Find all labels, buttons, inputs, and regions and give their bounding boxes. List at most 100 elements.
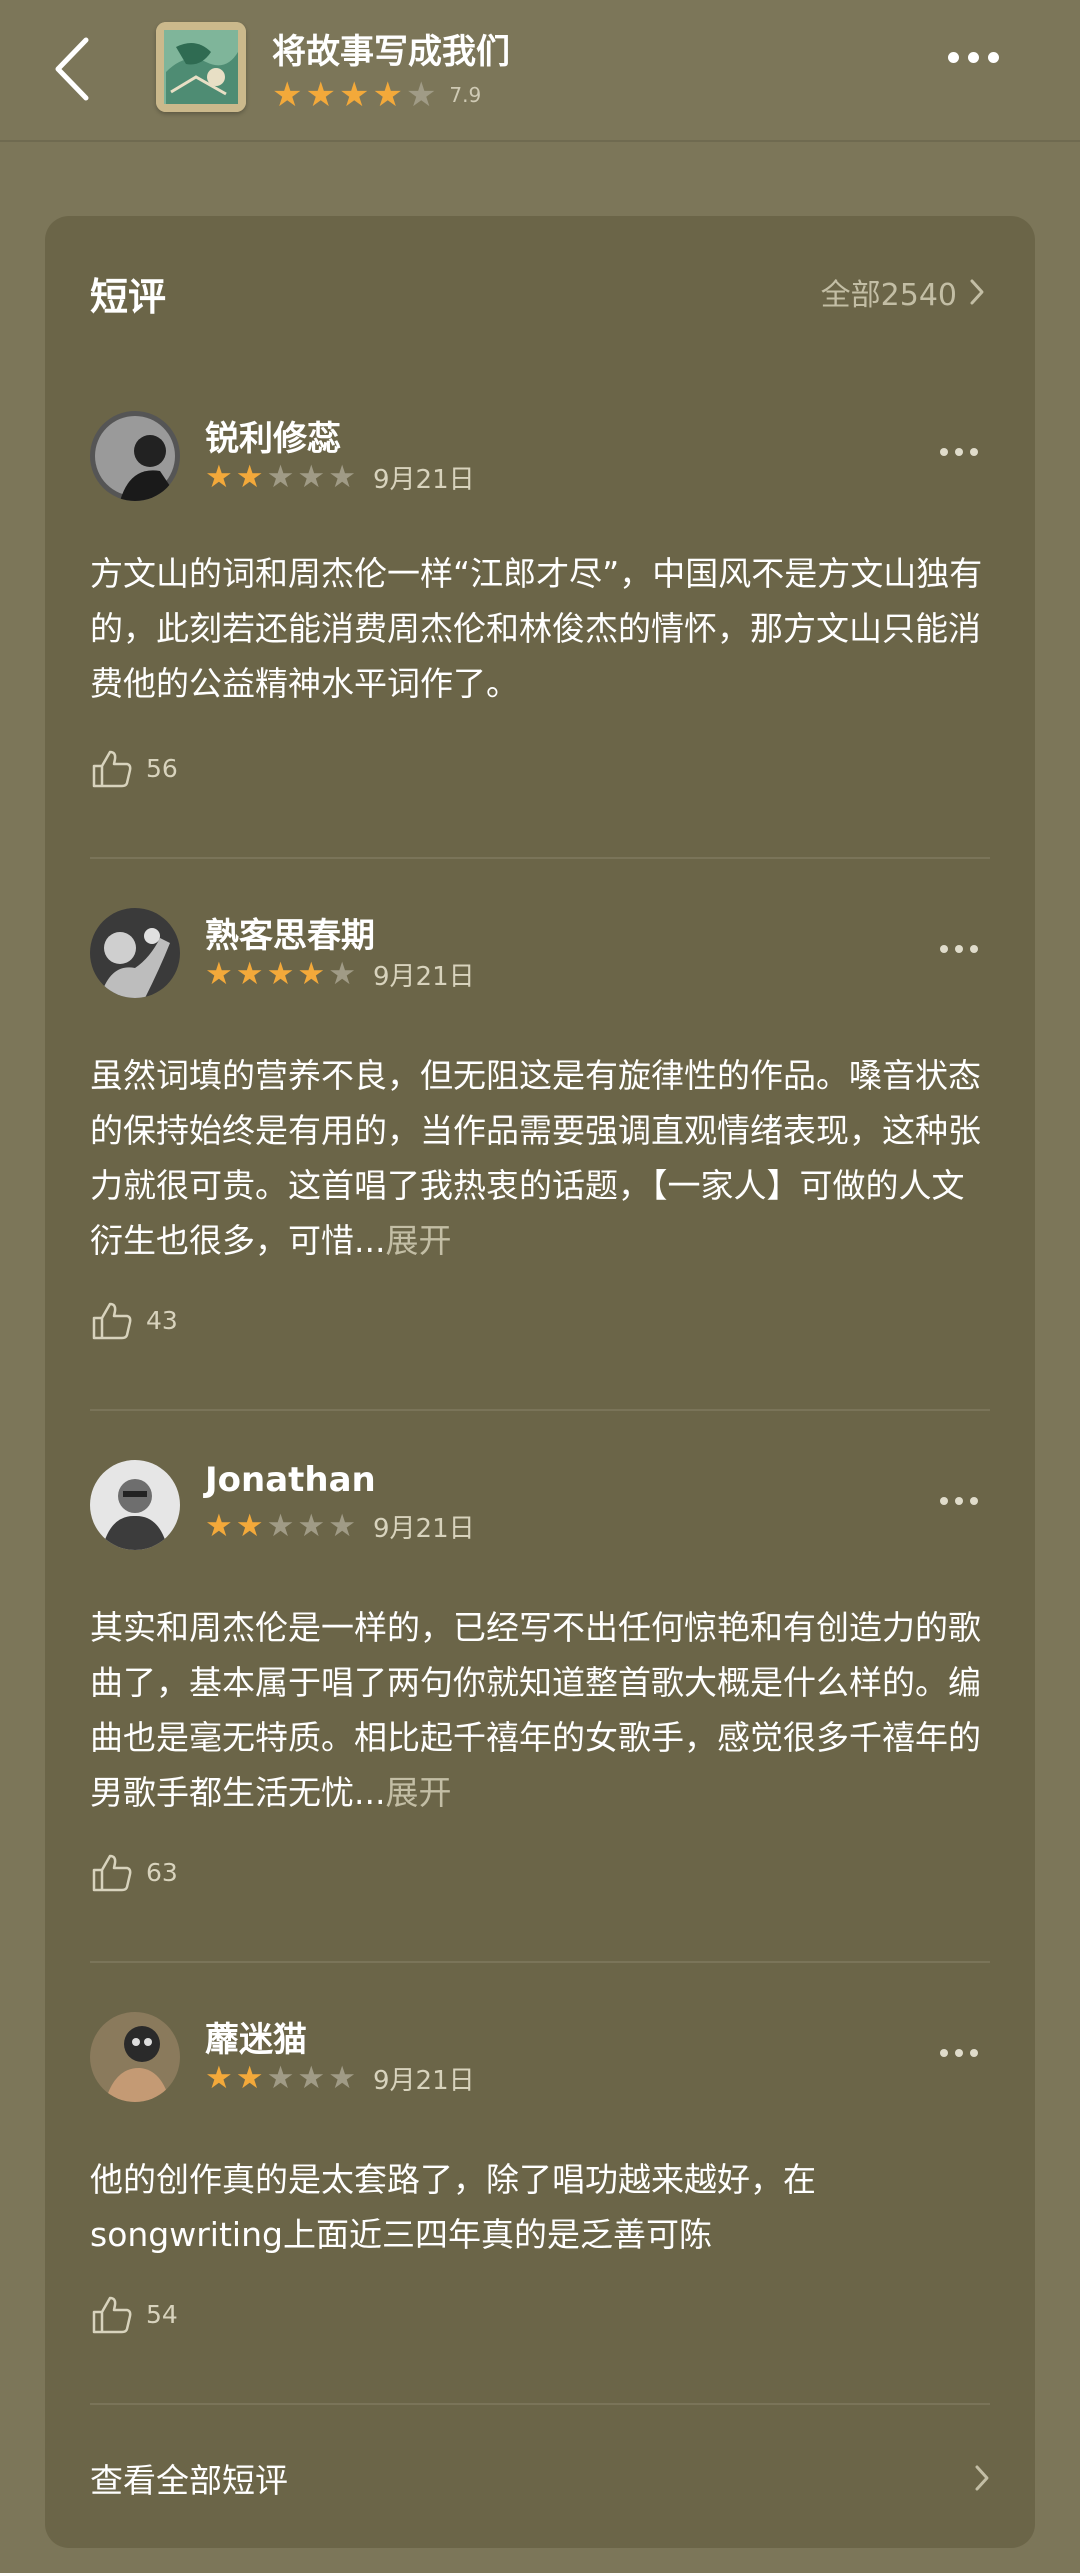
dot-icon [955,448,963,456]
view-all-reviews-link[interactable]: 查看全部短评 [90,2443,990,2513]
star-empty-icon: ★ [405,75,437,115]
divider [90,1409,990,1411]
star-empty-icon: ★ [297,1508,326,1544]
star-filled-icon: ★ [205,459,233,495]
user-avatar-image [90,2012,180,2102]
chevron-right-icon [970,279,984,305]
review-rating: ★★★★★ 9月21日 [205,459,475,496]
expand-link[interactable]: 展开 [385,1221,451,1260]
dot-icon [968,52,979,63]
dot-icon [940,1497,948,1505]
header-score: 7.9 [449,83,482,107]
star-filled-icon: ★ [235,1508,264,1544]
star-filled-icon: ★ [272,75,303,115]
thumbs-up-icon [92,1854,132,1892]
review-body: 其实和周杰伦是一样的，已经写不出任何惊艳和有创造力的歌曲了，基本属于唱了两句你就… [90,1608,981,1812]
review-more-button[interactable] [940,1490,990,1514]
thumbs-up-icon [92,750,132,788]
page-title: 将故事写成我们 [272,32,510,72]
star-filled-icon: ★ [235,459,264,495]
back-button[interactable] [52,34,112,104]
review-date: 9月21日 [372,465,475,495]
star-rating: ★★★★★ [205,959,359,990]
star-rating: ★★★★★ [205,1511,359,1542]
star-empty-icon: ★ [266,2060,295,2096]
divider [90,857,990,859]
like-count: 54 [146,2299,178,2329]
dot-icon [970,945,978,953]
star-filled-icon: ★ [372,75,403,115]
all-reviews-link[interactable]: 全部2540 [821,270,985,314]
dot-icon [955,1497,963,1505]
user-avatar-image [90,411,180,501]
star-empty-icon: ★ [328,2060,356,2096]
review-rating: ★★★★★ 9月21日 [205,1508,475,1545]
review-body: 方文山的词和周杰伦一样“江郎才尽”，中国风不是方文山独有的，此刻若还能消费周杰伦… [90,554,983,703]
like-button[interactable]: 56 [90,746,178,790]
back-arrow-icon [55,37,89,101]
avatar[interactable] [90,2012,180,2102]
star-empty-icon: ★ [297,459,326,495]
header-star-rating: ★★★★★ [272,78,439,112]
star-filled-icon: ★ [266,956,295,992]
chevron-right-icon [975,2465,989,2491]
star-filled-icon: ★ [235,956,264,992]
star-empty-icon: ★ [328,459,356,495]
avatar[interactable] [90,908,180,998]
like-button[interactable]: 63 [90,1850,178,1894]
like-count: 63 [146,1857,178,1887]
star-filled-icon: ★ [338,75,370,115]
review-text: 其实和周杰伦是一样的，已经写不出任何惊艳和有创造力的歌曲了，基本属于唱了两句你就… [90,1600,990,1820]
dot-icon [970,448,978,456]
avatar[interactable] [90,1460,180,1550]
review-date: 9月21日 [372,2066,475,2096]
user-name[interactable]: Jonathan [205,1460,376,1500]
like-button[interactable]: 54 [90,2292,178,2336]
review-item: Jonathan ★★★★★ 9月21日 其实和周杰伦是一样的，已经写不出任何惊… [90,1460,990,1892]
user-name[interactable]: 锐利修蕊 [205,411,341,460]
review-rating: ★★★★★ 9月21日 [205,2060,475,2097]
star-rating: ★★★★★ [205,462,359,493]
dot-icon [970,2049,978,2057]
review-more-button[interactable] [940,441,990,465]
more-options-button[interactable] [948,48,1018,78]
review-text: 虽然词填的营养不良，但无阻这是有旋律性的作品。嗓音状态的保持始终是有用的，当作品… [90,1048,990,1268]
like-count: 56 [146,753,178,783]
dot-icon [955,945,963,953]
review-more-button[interactable] [940,2042,990,2066]
star-empty-icon: ★ [328,956,356,992]
star-filled-icon: ★ [305,75,336,115]
star-empty-icon: ★ [297,2060,326,2096]
review-body: 他的创作真的是太套路了，除了唱功越来越好，在songwriting上面近三四年真… [90,2160,816,2254]
album-cover[interactable] [156,22,246,112]
review-rating: ★★★★★ 9月21日 [205,956,475,993]
like-count: 43 [146,1305,178,1335]
album-art-image [156,22,246,112]
star-empty-icon: ★ [328,1508,356,1544]
section-title: 短评 [90,275,167,319]
star-empty-icon: ★ [266,459,295,495]
divider [90,1961,990,1963]
dot-icon [940,945,948,953]
user-name[interactable]: 蘼迷猫 [205,2012,307,2061]
user-avatar-image [90,908,180,998]
dot-icon [940,2049,948,2057]
dot-icon [970,1497,978,1505]
short-reviews-card: 短评 全部2540 锐利修蕊 ★★★★★ 9月21日 方文山的词和周杰伦一样“江… [45,216,1035,2548]
dot-icon [988,52,999,63]
review-more-button[interactable] [940,938,990,962]
review-text: 方文山的词和周杰伦一样“江郎才尽”，中国风不是方文山独有的，此刻若还能消费周杰伦… [90,546,990,711]
expand-link[interactable]: 展开 [385,1773,451,1812]
review-item: 熟客思春期 ★★★★★ 9月21日 虽然词填的营养不良，但无阻这是有旋律性的作品… [90,908,990,1340]
avatar[interactable] [90,411,180,501]
review-date: 9月21日 [372,962,475,992]
like-button[interactable]: 43 [90,1298,178,1342]
review-body: 虽然词填的营养不良，但无阻这是有旋律性的作品。嗓音状态的保持始终是有用的，当作品… [90,1056,981,1260]
dot-icon [955,2049,963,2057]
all-reviews-label: 全部2540 [820,278,957,313]
review-item: 蘼迷猫 ★★★★★ 9月21日 他的创作真的是太套路了，除了唱功越来越好，在so… [90,2012,990,2342]
star-filled-icon: ★ [205,956,233,992]
review-item: 锐利修蕊 ★★★★★ 9月21日 方文山的词和周杰伦一样“江郎才尽”，中国风不是… [90,411,990,788]
user-name[interactable]: 熟客思春期 [205,908,375,957]
star-rating: ★★★★★ [205,2063,359,2094]
